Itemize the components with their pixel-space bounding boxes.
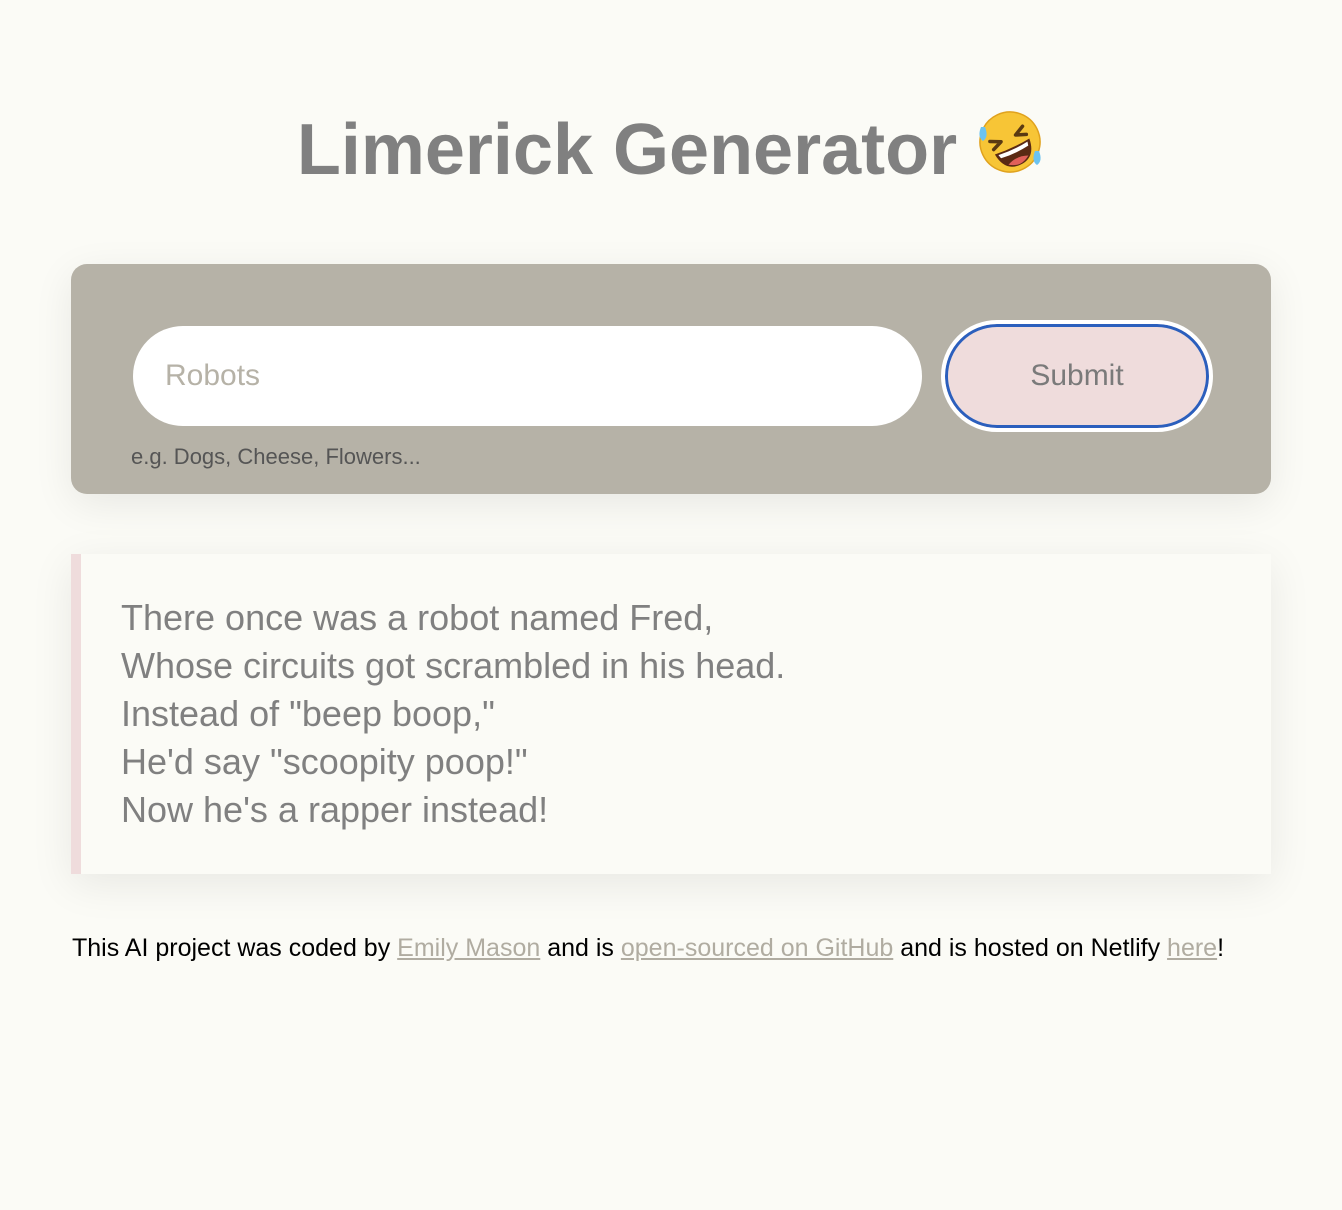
limerick-line: Instead of "beep boop," bbox=[121, 693, 495, 734]
submit-button-label: Submit bbox=[1030, 359, 1124, 392]
limerick-output: There once was a robot named Fred, Whose… bbox=[71, 554, 1271, 874]
netlify-link[interactable]: here bbox=[1167, 934, 1217, 962]
author-link[interactable]: Emily Mason bbox=[397, 934, 540, 962]
limerick-line: Now he's a rapper instead! bbox=[121, 789, 549, 830]
footer-text: This AI project was coded by bbox=[72, 934, 398, 962]
footer: This AI project was coded by Emily Mason… bbox=[71, 934, 1271, 963]
topic-hint: e.g. Dogs, Cheese, Flowers... bbox=[131, 444, 421, 469]
topic-input[interactable] bbox=[133, 326, 922, 426]
rofl-emoji-icon bbox=[975, 107, 1045, 193]
topic-form: e.g. Dogs, Cheese, Flowers... Submit bbox=[71, 264, 1271, 494]
limerick-line: He'd say "scoopity poop!" bbox=[121, 741, 528, 782]
github-link[interactable]: open-sourced on GitHub bbox=[621, 934, 893, 962]
footer-text: and is hosted on Netlify bbox=[893, 934, 1168, 962]
page-title: Limerick Generator bbox=[71, 0, 1271, 190]
footer-text: ! bbox=[1217, 934, 1225, 962]
submit-button[interactable]: Submit bbox=[941, 320, 1213, 432]
limerick-line: Whose circuits got scrambled in his head… bbox=[121, 645, 786, 686]
page: Limerick Generator e.g. Dogs, Cheese, Fl… bbox=[71, 0, 1271, 963]
footer-text: and is bbox=[540, 934, 621, 962]
page-title-text: Limerick Generator bbox=[296, 110, 958, 190]
limerick-line: There once was a robot named Fred, bbox=[121, 597, 714, 638]
